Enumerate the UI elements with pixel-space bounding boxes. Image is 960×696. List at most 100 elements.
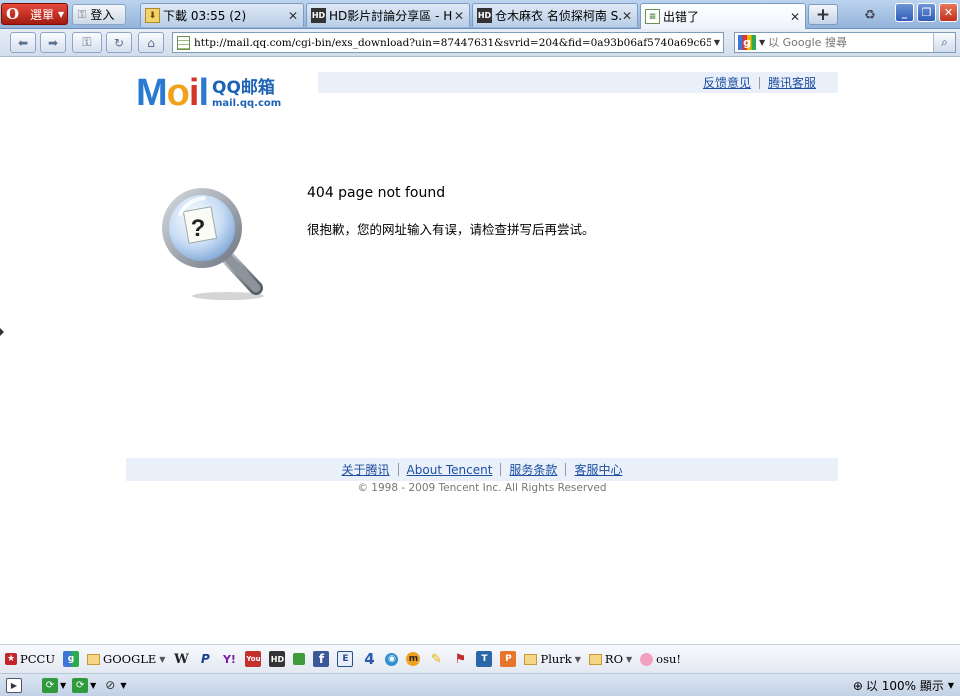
back-button[interactable]: ⬅: [10, 32, 36, 53]
bookmark-google-icon-link[interactable]: g: [63, 651, 80, 667]
plus-icon: +: [815, 4, 831, 25]
bookmark-label: RO: [604, 652, 623, 666]
restore-button[interactable]: ❐: [917, 3, 936, 22]
reload-icon: ↻: [113, 35, 125, 50]
unite-icon[interactable]: ⟳: [72, 677, 89, 693]
address-field[interactable]: http://mail.qq.com/cgi-bin/exs_download?…: [172, 32, 724, 53]
sync-icon[interactable]: ⟳: [42, 677, 58, 693]
bookmark-four[interactable]: 4: [361, 650, 377, 668]
bookmark-e[interactable]: E: [337, 651, 354, 667]
zoom-control[interactable]: ⊕ 以 100% 顯示 ▼: [853, 677, 954, 694]
orange-circle-icon: m: [406, 652, 421, 666]
new-tab-button[interactable]: +: [808, 4, 838, 25]
bookmark-folder-plurk[interactable]: Plurk ▼: [524, 652, 581, 666]
panel-toggle-icon[interactable]: ▶: [6, 677, 22, 693]
minimize-button[interactable]: _: [895, 3, 914, 22]
home-button[interactable]: ⌂: [138, 32, 164, 53]
tab-hd-forum[interactable]: HD HD影片討論分享區 - H... ✕: [306, 3, 470, 27]
bookmark-wikipedia[interactable]: W: [173, 651, 189, 667]
bookmark-bird[interactable]: ✎: [428, 651, 444, 667]
tab-conan[interactable]: HD 仓木麻衣 名侦探柯南 S... ✕: [472, 3, 638, 27]
folder-icon: [524, 653, 538, 665]
support-center-link[interactable]: 客服中心: [574, 461, 622, 478]
bookmark-paypal[interactable]: P: [197, 651, 213, 667]
wikipedia-icon: W: [174, 651, 189, 667]
about-tencent-cn-link[interactable]: 关于腾讯: [342, 461, 390, 478]
google-icon[interactable]: g: [738, 35, 756, 50]
bookmark-label: GOOGLE: [103, 652, 157, 666]
chevron-down-icon: ▼: [574, 654, 581, 664]
reload-button[interactable]: ↻: [106, 32, 132, 53]
bookmark-flag[interactable]: ⚑: [452, 651, 468, 667]
bookmark-orange-circle[interactable]: m: [406, 652, 421, 666]
trash-button[interactable]: ♻: [860, 5, 880, 25]
google-icon: g: [63, 651, 80, 667]
bookmark-blue-circle[interactable]: ◉: [385, 652, 399, 666]
zoom-label: 以 100% 顯示: [865, 679, 944, 693]
chevron-down-icon[interactable]: ▼: [60, 681, 66, 690]
about-tencent-en-link[interactable]: About Tencent: [407, 463, 493, 477]
zoom-icon: ⊕: [852, 678, 863, 693]
search-input[interactable]: [768, 36, 933, 49]
magnifier-question-icon: ?: [162, 188, 264, 300]
opera-menu-button[interactable]: O 選單 ▼: [1, 3, 68, 25]
chevron-down-icon[interactable]: ▼: [711, 38, 723, 47]
bookmark-hd[interactable]: HD: [269, 651, 286, 667]
panel-toggle-arrow-icon[interactable]: [0, 328, 4, 336]
blue-circle-icon: ◉: [385, 652, 399, 666]
tab-download[interactable]: ⬇ 下載 03:55 (2) ✕: [140, 3, 304, 27]
folder-icon: [588, 653, 602, 665]
t-icon: T: [476, 651, 493, 667]
bookmark-folder-ro[interactable]: RO ▼: [588, 652, 633, 666]
logo-brand-cn: QQ邮箱: [212, 78, 275, 98]
chevron-down-icon[interactable]: ▼: [120, 681, 126, 690]
bookmark-osu[interactable]: osu!: [640, 652, 681, 666]
bookmark-facebook[interactable]: f: [313, 651, 330, 667]
key-icon: ⚿: [78, 7, 87, 21]
login-button[interactable]: ⚿ 登入: [72, 4, 126, 25]
copyright-text: © 1998 - 2009 Tencent Inc. All Rights Re…: [357, 482, 607, 494]
bookmark-youtube[interactable]: You: [245, 651, 262, 667]
bookmark-t[interactable]: T: [476, 651, 493, 667]
bookmark-green[interactable]: [293, 653, 306, 665]
four-icon: 4: [364, 650, 375, 668]
trash-icon: ♻: [864, 7, 876, 23]
turbo-icon[interactable]: ⊘: [102, 678, 118, 693]
divider: [397, 463, 399, 476]
chevron-down-icon[interactable]: ▼: [90, 681, 96, 690]
osu-icon: [640, 652, 654, 666]
folder-icon: [87, 653, 101, 665]
tab-error-active[interactable]: ≡ 出错了 ✕: [640, 3, 806, 29]
terms-link[interactable]: 服务条款: [509, 461, 557, 478]
tab-bar: O 選單 ▼ ⚿ 登入 ⬇ 下載 03:55 (2) ✕ HD HD影片討論分享…: [0, 0, 960, 29]
e-icon: E: [337, 651, 354, 667]
address-text: http://mail.qq.com/cgi-bin/exs_download?…: [194, 36, 711, 49]
bookmark-p-orange[interactable]: P: [500, 651, 517, 667]
chevron-down-icon: ▼: [626, 654, 633, 664]
facebook-icon: f: [313, 651, 330, 667]
bookmark-folder-google[interactable]: GOOGLE ▼: [87, 652, 165, 666]
close-icon[interactable]: ✕: [621, 9, 633, 23]
tencent-service-link[interactable]: 腾讯客服: [768, 74, 816, 91]
key-icon: ⚿: [82, 35, 92, 49]
close-icon[interactable]: ✕: [287, 9, 299, 23]
wand-button[interactable]: ⚿: [72, 32, 102, 53]
bookmarks-bar: ★ PCCU g GOOGLE ▼ W P Y! You HD f E 4 ◉ …: [0, 644, 960, 674]
header-bar: 反馈意见 腾讯客服: [318, 72, 838, 93]
bookmark-yahoo[interactable]: Y!: [221, 651, 237, 667]
paypal-icon: P: [201, 652, 210, 666]
chevron-down-icon[interactable]: ▼: [759, 38, 765, 47]
bookmark-label: Plurk: [540, 652, 572, 666]
qq-mail-logo[interactable]: Moil QQ邮箱 mail.qq.com: [136, 73, 281, 112]
close-window-button[interactable]: ✕: [939, 3, 958, 22]
forward-button[interactable]: ➡: [40, 32, 66, 53]
chevron-down-icon: ▼: [58, 9, 65, 19]
search-button[interactable]: ⌕: [933, 33, 955, 52]
flag-icon: ⚑: [454, 651, 467, 667]
star-icon: ★: [5, 653, 17, 665]
bookmark-pccu[interactable]: ★ PCCU: [5, 652, 55, 666]
feedback-link[interactable]: 反馈意见: [703, 74, 751, 91]
close-icon[interactable]: ✕: [789, 10, 801, 24]
close-icon[interactable]: ✕: [453, 9, 465, 23]
tab-title: HD影片討論分享區 - H...: [329, 9, 453, 23]
